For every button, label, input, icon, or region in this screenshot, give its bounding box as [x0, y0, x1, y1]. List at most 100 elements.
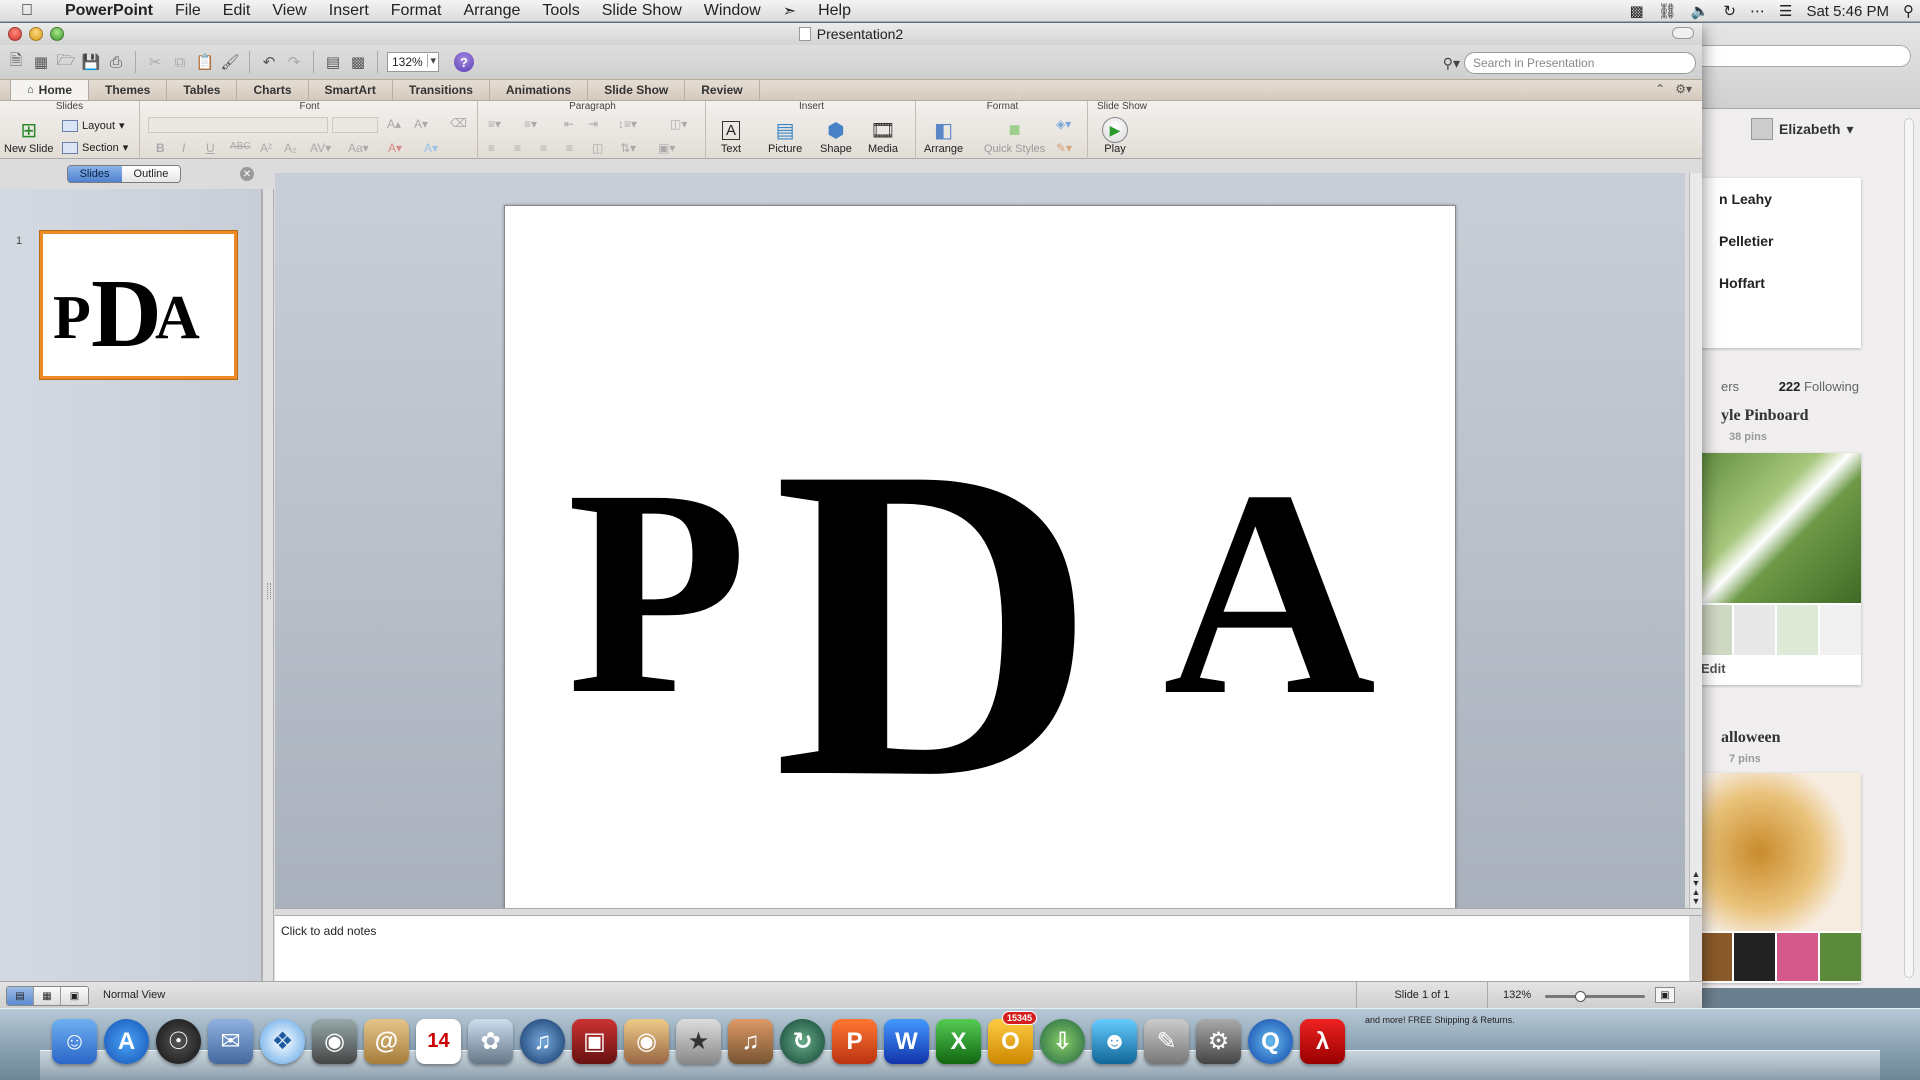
section-button[interactable]: Section ▾	[62, 141, 128, 154]
search-input[interactable]: Search in Presentation	[1464, 52, 1696, 74]
tab-slides-view[interactable]: Slides	[67, 166, 122, 182]
document-icon[interactable]	[798, 27, 811, 41]
fill-icon[interactable]: ◈▾	[1056, 117, 1071, 131]
superscript-icon[interactable]: A²	[260, 141, 272, 155]
volume-icon[interactable]: 🔈	[1691, 2, 1710, 20]
tab-outline-view[interactable]: Outline	[121, 166, 181, 182]
board-title[interactable]: yle Pinboard	[1721, 407, 1809, 425]
zoom-slider[interactable]	[1545, 991, 1645, 1002]
increase-indent-icon[interactable]: ⇥	[588, 117, 598, 131]
menu-tools[interactable]: Tools	[531, 2, 590, 20]
word-dock-icon[interactable]: W	[884, 1019, 929, 1064]
line-spacing-icon[interactable]: ↕≡▾	[618, 117, 637, 131]
layout-button[interactable]: Layout ▾	[62, 119, 125, 132]
normal-view-icon[interactable]: ▤	[7, 987, 34, 1005]
photo-booth-icon[interactable]: ◉	[624, 1019, 669, 1064]
time-machine-dock-icon[interactable]: ↻	[780, 1019, 825, 1064]
safari-icon[interactable]: ❖	[260, 1019, 305, 1064]
menu-format[interactable]: Format	[380, 2, 453, 20]
bluetooth-menu-icon[interactable]: ⛓	[1658, 2, 1677, 20]
insert-text-button[interactable]: A Text	[716, 117, 746, 155]
new-slide-button[interactable]: ⊞ New Slide	[4, 117, 54, 156]
align-right-icon[interactable]: ≡	[540, 141, 547, 155]
slide-sorter-icon[interactable]: ▦	[34, 987, 61, 1005]
finder-icon[interactable]: ☺	[52, 1019, 97, 1064]
underline-icon[interactable]: U	[206, 141, 215, 155]
zoom-window-button[interactable]	[50, 27, 64, 41]
insert-shape-button[interactable]: ⬢ Shape	[820, 117, 852, 156]
menu-arrange[interactable]: Arrange	[452, 2, 531, 20]
tab-transitions[interactable]: Transitions	[393, 80, 490, 100]
bullets-icon[interactable]: ≡▾	[488, 117, 501, 131]
shrink-font-icon[interactable]: A▾	[414, 117, 428, 131]
garageband-icon[interactable]: ♫	[728, 1019, 773, 1064]
time-machine-icon[interactable]: ↻	[1723, 2, 1736, 20]
text-direction-icon[interactable]: ⇅▾	[620, 141, 636, 155]
zoom-slider-knob[interactable]	[1575, 991, 1586, 1002]
align-left-icon[interactable]: ≡	[488, 141, 495, 155]
apple-menu-icon[interactable]: 	[0, 2, 54, 20]
menu-view[interactable]: View	[261, 2, 317, 20]
line-icon[interactable]: ✎▾	[1056, 141, 1072, 155]
following-count[interactable]: 222	[1779, 379, 1801, 394]
redo-icon[interactable]: ↷	[284, 52, 304, 72]
scroll-arrows-icon[interactable]: ▲ ▼ ▲ ▼	[1691, 870, 1701, 906]
align-text-icon[interactable]: ▣▾	[658, 141, 675, 155]
notes-placeholder[interactable]: Click to add notes	[281, 924, 376, 938]
format-painter-icon[interactable]: 🖌	[220, 52, 240, 72]
show-sidebar-icon[interactable]: ▤	[323, 52, 343, 72]
menu-help[interactable]: Help	[807, 2, 862, 20]
menu-window[interactable]: Window	[693, 2, 772, 20]
strikethrough-icon[interactable]: ABC	[230, 141, 251, 152]
following-label[interactable]: Following	[1804, 379, 1859, 394]
justify-icon[interactable]: ≡	[566, 141, 573, 155]
notes-pane[interactable]: Click to add notes	[275, 916, 1689, 981]
download-icon[interactable]: ⇩	[1040, 1019, 1085, 1064]
slide-letter-a[interactable]: A	[1163, 429, 1376, 756]
preview-icon[interactable]: ✎	[1144, 1019, 1189, 1064]
panel-splitter[interactable]	[262, 189, 274, 981]
grow-font-icon[interactable]: A▴	[387, 117, 401, 131]
font-name-field[interactable]	[148, 117, 328, 133]
tab-review[interactable]: Review	[685, 80, 760, 100]
slide-letter-p[interactable]: P	[567, 428, 747, 755]
menu-edit[interactable]: Edit	[212, 2, 262, 20]
wifi-icon[interactable]: ☰	[1779, 2, 1792, 20]
search-icon[interactable]: ⚲▾	[1443, 55, 1460, 72]
print-icon[interactable]: ⎙	[106, 52, 126, 72]
arrange-button[interactable]: ◧ Arrange	[924, 117, 963, 156]
tab-slide-show[interactable]: Slide Show	[588, 80, 686, 100]
app-store-icon[interactable]: A	[104, 1019, 149, 1064]
person-name[interactable]: Hoffart	[1701, 262, 1861, 304]
address-book-icon[interactable]: @	[364, 1019, 409, 1064]
fit-to-window-icon[interactable]: ▣	[1655, 987, 1675, 1003]
character-spacing-icon[interactable]: AV▾	[310, 141, 331, 155]
distributed-icon[interactable]: ◫	[592, 141, 603, 155]
bold-icon[interactable]: B	[156, 141, 165, 155]
copy-icon[interactable]: ⧉	[170, 52, 190, 72]
menu-file[interactable]: File	[164, 2, 212, 20]
numbering-icon[interactable]: ≡▾	[524, 117, 537, 131]
menu-slide-show[interactable]: Slide Show	[591, 2, 693, 20]
board-card[interactable]	[1701, 773, 1861, 983]
user-menu[interactable]: Elizabeth ▾	[1751, 118, 1854, 140]
board-card[interactable]: Edit	[1701, 453, 1861, 685]
itunes-icon[interactable]: ♫	[520, 1019, 565, 1064]
tab-charts[interactable]: Charts	[237, 80, 309, 100]
undo-icon[interactable]: ↶	[259, 52, 279, 72]
font-size-field[interactable]	[332, 117, 378, 133]
dashboard-icon[interactable]: ☉	[156, 1019, 201, 1064]
tab-smartart[interactable]: SmartArt	[309, 80, 393, 100]
iphoto-icon[interactable]: ✿	[468, 1019, 513, 1064]
toolbar-toggle-button[interactable]	[1672, 27, 1694, 39]
new-document-icon[interactable]: 🗎	[6, 52, 26, 72]
notes-splitter[interactable]	[275, 908, 1702, 916]
browser-scrollbar[interactable]	[1904, 118, 1914, 978]
ribbon-settings-icon[interactable]: ⚙▾	[1675, 82, 1692, 96]
quicktime-icon[interactable]: Q	[1248, 1019, 1293, 1064]
calendar-icon[interactable]: 14	[416, 1019, 461, 1064]
zoom-select[interactable]: 132%	[387, 52, 439, 72]
system-preferences-icon[interactable]: ⚙	[1196, 1019, 1241, 1064]
play-button[interactable]: ▶ Play	[1100, 117, 1130, 155]
board-title[interactable]: alloween	[1721, 729, 1781, 747]
